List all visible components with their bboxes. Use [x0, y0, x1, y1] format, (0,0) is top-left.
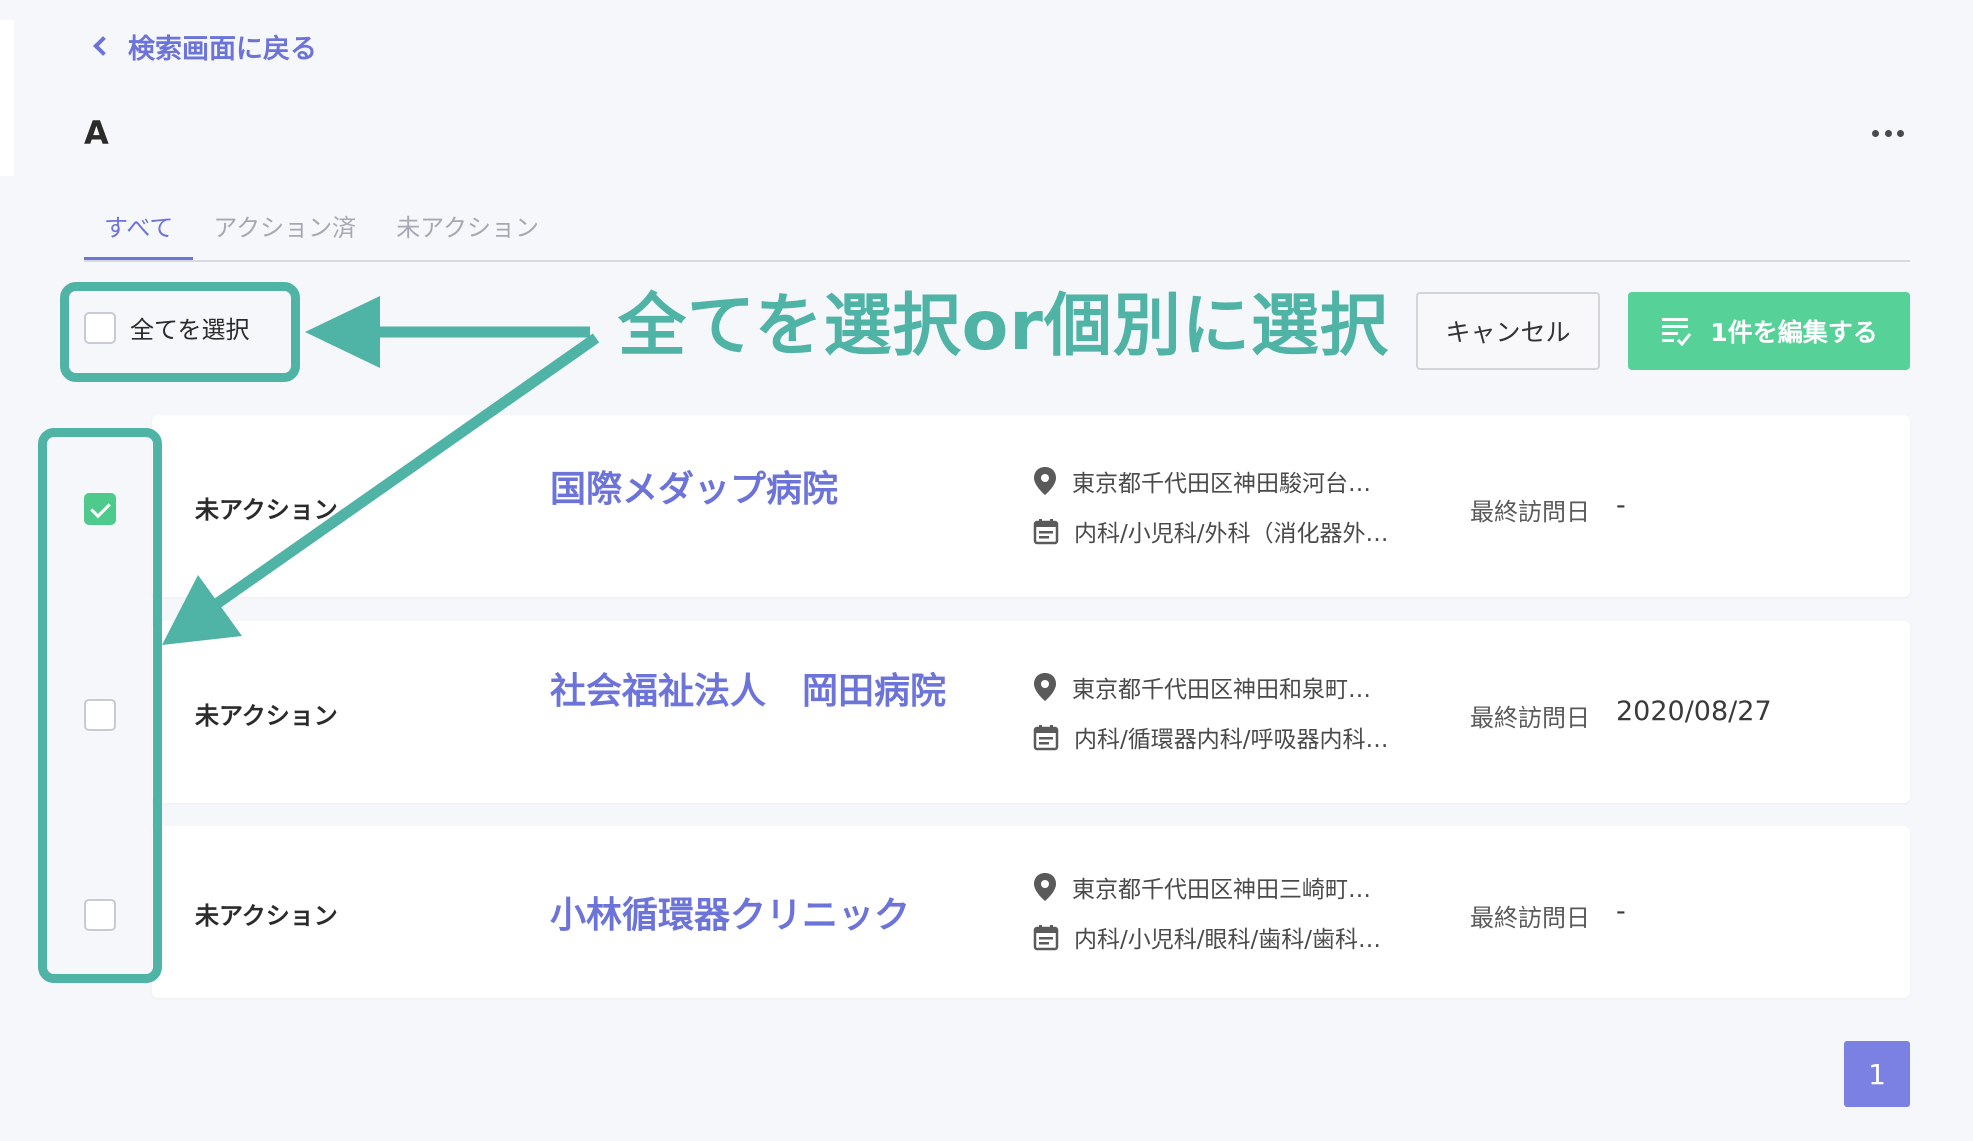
address-text: 東京都千代田区神田和泉町… — [1072, 677, 1371, 703]
last-visit-value: - — [1616, 896, 1626, 927]
annotation-text: 全てを選択or個別に選択 — [618, 287, 1389, 366]
facility-name-link[interactable]: 社会福祉法人 岡田病院 — [550, 662, 946, 714]
cancel-button[interactable]: キャンセル — [1416, 292, 1600, 370]
tab-not-actioned[interactable]: 未アクション — [376, 196, 559, 260]
more-options-button[interactable] — [1868, 118, 1908, 148]
page: 検索画面に戻る A すべて アクション済 未アクション 全てを選択 キャンセル … — [0, 0, 1973, 1141]
chevron-left-icon — [93, 36, 113, 56]
departments-line: 内科/小児科/眼科/歯科/歯科… — [1032, 920, 1381, 954]
facility-row[interactable] — [152, 826, 1910, 998]
map-pin-icon — [1034, 467, 1056, 495]
last-visit-value: - — [1616, 490, 1626, 521]
address-line: 東京都千代田区神田三崎町… — [1032, 870, 1371, 904]
calendar-icon — [1033, 925, 1059, 951]
bulk-edit-button[interactable]: 1件を編集する — [1628, 292, 1910, 370]
departments-text: 内科/小児科/外科（消化器外… — [1074, 521, 1389, 547]
calendar-icon — [1033, 725, 1059, 751]
annotation-highlight-row-checkboxes — [38, 428, 162, 983]
departments-line: 内科/循環器内科/呼吸器内科… — [1032, 720, 1389, 754]
map-pin-icon — [1034, 673, 1056, 701]
more-dot — [1884, 129, 1892, 137]
address-line: 東京都千代田区神田和泉町… — [1032, 670, 1371, 704]
address-text: 東京都千代田区神田三崎町… — [1072, 877, 1371, 903]
more-dot — [1872, 129, 1879, 137]
facility-name-link[interactable]: 国際メダップ病院 — [550, 460, 838, 512]
action-status: 未アクション — [195, 702, 338, 730]
back-link-label: 検索画面に戻る — [128, 33, 317, 65]
last-visit-label: 最終訪問日 — [1470, 904, 1590, 932]
more-dot — [1897, 129, 1904, 137]
last-visit-value: 2020/08/27 — [1616, 696, 1772, 727]
back-to-search-link[interactable]: 検索画面に戻る — [93, 26, 317, 66]
map-pin-icon — [1034, 873, 1056, 901]
address-line: 東京都千代田区神田駿河台… — [1032, 464, 1371, 498]
address-text: 東京都千代田区神田駿河台… — [1072, 471, 1371, 497]
tab-actioned[interactable]: アクション済 — [193, 196, 376, 260]
sidebar-edge — [0, 20, 14, 176]
facility-row[interactable] — [152, 415, 1910, 597]
departments-text: 内科/小児科/眼科/歯科/歯科… — [1074, 927, 1381, 953]
tab-all[interactable]: すべて — [84, 196, 194, 260]
filter-tabs: すべて アクション済 未アクション — [84, 196, 1910, 262]
action-status: 未アクション — [195, 496, 338, 524]
departments-text: 内科/循環器内科/呼吸器内科… — [1074, 727, 1389, 753]
page-title: A — [84, 114, 109, 152]
last-visit-label: 最終訪問日 — [1470, 498, 1590, 526]
bulk-edit-label: 1件を編集する — [1710, 318, 1878, 347]
last-visit-label: 最終訪問日 — [1470, 704, 1590, 732]
action-status: 未アクション — [195, 902, 338, 930]
pagination-current-page[interactable]: 1 — [1844, 1041, 1910, 1107]
annotation-highlight-select-all — [60, 282, 300, 382]
departments-line: 内科/小児科/外科（消化器外… — [1032, 514, 1389, 548]
facility-name-link[interactable]: 小林循環器クリニック — [550, 886, 910, 938]
checklist-icon — [1662, 318, 1692, 347]
annotation-arrowhead — [305, 296, 380, 368]
calendar-icon — [1033, 519, 1059, 545]
